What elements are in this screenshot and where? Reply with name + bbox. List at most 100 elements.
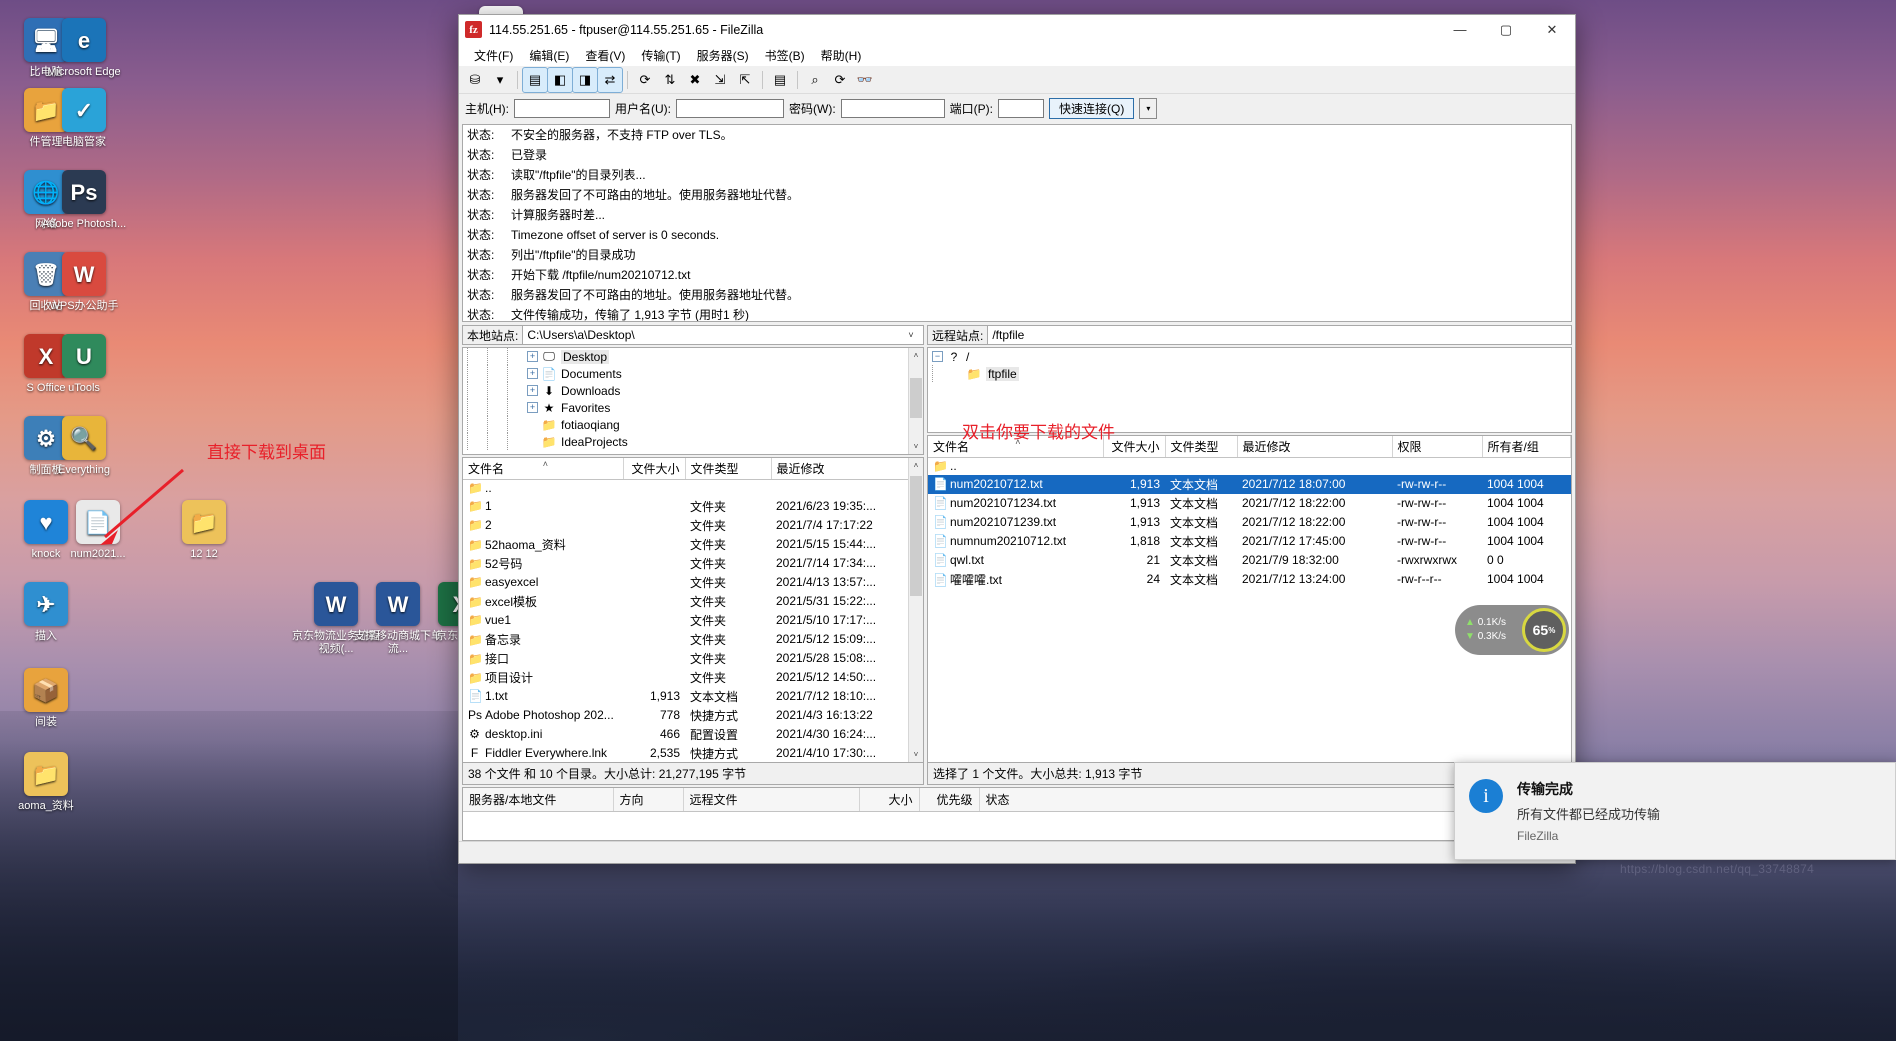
column-header[interactable]: 最近修改 [1237,436,1393,458]
tree-expander-icon[interactable]: + [527,402,538,413]
cancel-icon[interactable]: ✖ [683,68,707,92]
table-row[interactable]: F Fiddler Everywhere.lnk 2,535 快捷方式 2021/4/1… [463,744,923,763]
local-tree-scroll-thumb[interactable] [910,378,922,418]
table-row[interactable]: ⚙ desktop.ini 466 配置设置 2021/4/30 16:24:... [463,725,923,744]
local-file-list[interactable]: 文件名 ˄ 文件大小 文件类型 最近修改 📁.. 📁 1 文件夹 2021/6/23 19:35… [462,457,924,763]
remote-site-path[interactable]: /ftpfile [988,325,1572,345]
process-queue-icon[interactable]: ⇅ [658,68,682,92]
tree-item[interactable]: 📁 IdeaProjects [463,433,923,450]
table-row[interactable]: 📁.. [463,480,923,497]
menu-item[interactable]: 服务器(S) [690,45,756,66]
table-row[interactable]: 📄 嚯嚯嚯.txt 24 文本文档 2021/7/12 13:24:00 -rw-r--r… [928,570,1571,589]
column-header[interactable]: 文件名 ˄ [928,436,1104,458]
column-header[interactable]: 所有者/组 [1482,436,1571,458]
menu-item[interactable]: 编辑(E) [522,45,576,66]
toggle-local-tree-icon[interactable]: ◧ [547,66,573,93]
queue-column-header[interactable]: 远程文件 [683,788,860,812]
desktop-icon[interactable]: ✈ 描入 [0,582,92,643]
local-list-scroll-up-icon[interactable]: ˄ [909,458,923,473]
tree-expander-icon[interactable]: + [527,368,538,379]
tree-item[interactable]: 📁 ftpfile [928,365,1571,382]
table-row[interactable]: 📁 excel模板 文件夹 2021/5/31 15:22:... [463,592,923,611]
site-manager-icon[interactable]: ⛁ [463,68,487,92]
column-header[interactable]: 文件大小 [1103,436,1166,458]
desktop-icon[interactable]: 📄 num2021... [52,500,144,561]
column-header[interactable]: 文件类型 [685,458,772,480]
column-header[interactable]: 文件名 ˄ [463,458,624,480]
table-row[interactable]: 📄 num2021071234.txt 1,913 文本文档 2021/7/12 18:… [928,494,1571,513]
table-row[interactable]: 📁 52haoma_资料 文件夹 2021/5/15 15:44:... [463,535,923,554]
table-row[interactable]: 📄 qwl.txt 21 文本文档 2021/7/9 18:32:00 -rwxrwxrw… [928,551,1571,570]
host-input[interactable] [514,98,610,118]
queue-column-header[interactable]: 优先级 [919,788,980,812]
table-row[interactable]: 📁 备忘录 文件夹 2021/5/12 15:09:... [463,630,923,649]
compare-directories-icon[interactable]: ⌕ [803,68,827,92]
table-row[interactable]: 📁 1 文件夹 2021/6/23 19:35:... [463,497,923,516]
synchronized-browsing-icon[interactable]: ⟳ [828,68,852,92]
disconnect-icon[interactable]: ⇲ [708,68,732,92]
tree-item[interactable]: + ⬇ Downloads [463,382,923,399]
find-files-icon[interactable]: 👓 [853,68,877,92]
transfer-queue-header[interactable]: 服务器/本地文件 方向 远程文件 大小 优先级 状态 [463,788,1571,812]
remote-file-list[interactable]: 文件名 ˄ 文件大小 文件类型 最近修改 权限 所有者/组 📁.. 📄 num20210712.… [927,435,1572,763]
table-row[interactable]: 📄 num2021071239.txt 1,913 文本文档 2021/7/12 18:… [928,513,1571,532]
toggle-transfer-queue-icon[interactable]: ⇄ [597,66,623,93]
tree-expander-icon[interactable]: + [527,385,538,396]
tree-item[interactable]: + ★ Favorites [463,399,923,416]
minimize-button[interactable]: — [1437,15,1483,44]
table-row[interactable]: fzfilezilla.exe - 快捷方式.lnk1,071快捷方式2021/… [463,763,923,764]
table-row[interactable]: 📁 easyexcel 文件夹 2021/4/13 13:57:... [463,573,923,592]
remote-directory-tree[interactable]: −? / 📁 ftpfile [927,347,1572,433]
menu-item[interactable]: 帮助(H) [814,45,869,66]
toggle-remote-tree-icon[interactable]: ◨ [572,66,598,93]
local-directory-tree[interactable]: + 🖵 Desktop + 📄 Documents + ⬇ Downloads + ★ Favorit… [462,347,924,455]
quickconnect-button[interactable]: 快速连接(Q) [1049,97,1135,119]
desktop-icon[interactable]: 📦 间装 [0,668,92,729]
queue-column-header[interactable]: 方向 [613,788,684,812]
reconnect-icon[interactable]: ⇱ [733,68,757,92]
remote-file-table-header[interactable]: 文件名 ˄ 文件大小 文件类型 最近修改 权限 所有者/组 [928,436,1571,458]
local-path-chevron-down-icon[interactable]: ˅ [903,330,919,340]
queue-column-header[interactable]: 大小 [859,788,920,812]
table-row[interactable]: 📄 1.txt 1,913 文本文档 2021/7/12 18:10:... [463,687,923,706]
menu-item[interactable]: 查看(V) [578,45,632,66]
tree-item[interactable]: −? / [928,348,1571,365]
table-row[interactable]: 📁.. [928,458,1571,475]
quickconnect-history-dropdown[interactable]: ▾ [1139,97,1158,119]
transfer-queue[interactable]: 服务器/本地文件 方向 远程文件 大小 优先级 状态 [462,787,1572,841]
table-row[interactable]: Ps Adobe Photoshop 202... 778 快捷方式 2021/4/3 … [463,706,923,725]
local-site-path[interactable]: C:\Users\a\Desktop\ ˅ [523,325,924,345]
table-row[interactable]: 📁 项目设计 文件夹 2021/5/12 14:50:... [463,668,923,687]
menu-item[interactable]: 传输(T) [634,45,687,66]
transfer-complete-notification[interactable]: i 传输完成 所有文件都已经成功传输 FileZilla [1454,762,1896,860]
table-row[interactable]: 📄 numnum20210712.txt 1,818 文本文档 2021/7/12 17… [928,532,1571,551]
desktop-icon[interactable]: UuTools [38,334,130,395]
tree-item[interactable]: + 📄 Documents [463,365,923,382]
tree-item[interactable]: 📁 fotiaoqiang [463,416,923,433]
column-header[interactable]: 文件大小 [623,458,686,480]
refresh-icon[interactable]: ⟳ [633,68,657,92]
queue-column-header[interactable]: 服务器/本地文件 [463,788,614,812]
column-header[interactable]: 权限 [1392,436,1483,458]
local-list-scrollbar[interactable]: ˄ ˅ [908,458,923,762]
filter-icon[interactable]: ▤ [768,68,792,92]
table-row[interactable]: 📄 num20210712.txt 1,913 文本文档 2021/7/12 18:07… [928,474,1571,494]
local-tree-scrollbar[interactable]: ˄ ˅ [908,348,923,454]
remote-file-table-body[interactable]: 📁.. 📄 num20210712.txt 1,913 文本文档 2021/7/12 18… [928,458,1571,589]
port-input[interactable] [998,98,1044,118]
desktop-icon[interactable]: e Microsoft Edge [38,18,130,79]
desktop-icon[interactable]: 📁 aoma_资料 [0,752,92,813]
table-row[interactable]: 📁 2 文件夹 2021/7/4 17:17:22 [463,516,923,535]
table-row[interactable]: 📁 52号码 文件夹 2021/7/14 17:34:... [463,554,923,573]
menu-item[interactable]: 书签(B) [758,45,812,66]
table-row[interactable]: 📁 vue1 文件夹 2021/5/10 17:17:... [463,611,923,630]
local-tree-scroll-up-icon[interactable]: ˄ [909,348,923,363]
tree-expander-icon[interactable]: − [932,351,943,362]
menu-item[interactable]: 文件(F) [467,45,520,66]
column-header[interactable]: 最近修改 [771,458,923,480]
desktop-icon[interactable]: 📁 12 12 [158,500,250,561]
desktop-icon[interactable]: 🔍 Everything [38,416,130,477]
tree-expander-icon[interactable]: + [527,351,538,362]
window-titlebar[interactable]: fz 114.55.251.65 - ftpuser@114.55.251.65… [459,15,1575,45]
desktop-icon[interactable]: ✓ 电脑管家 [38,88,130,149]
